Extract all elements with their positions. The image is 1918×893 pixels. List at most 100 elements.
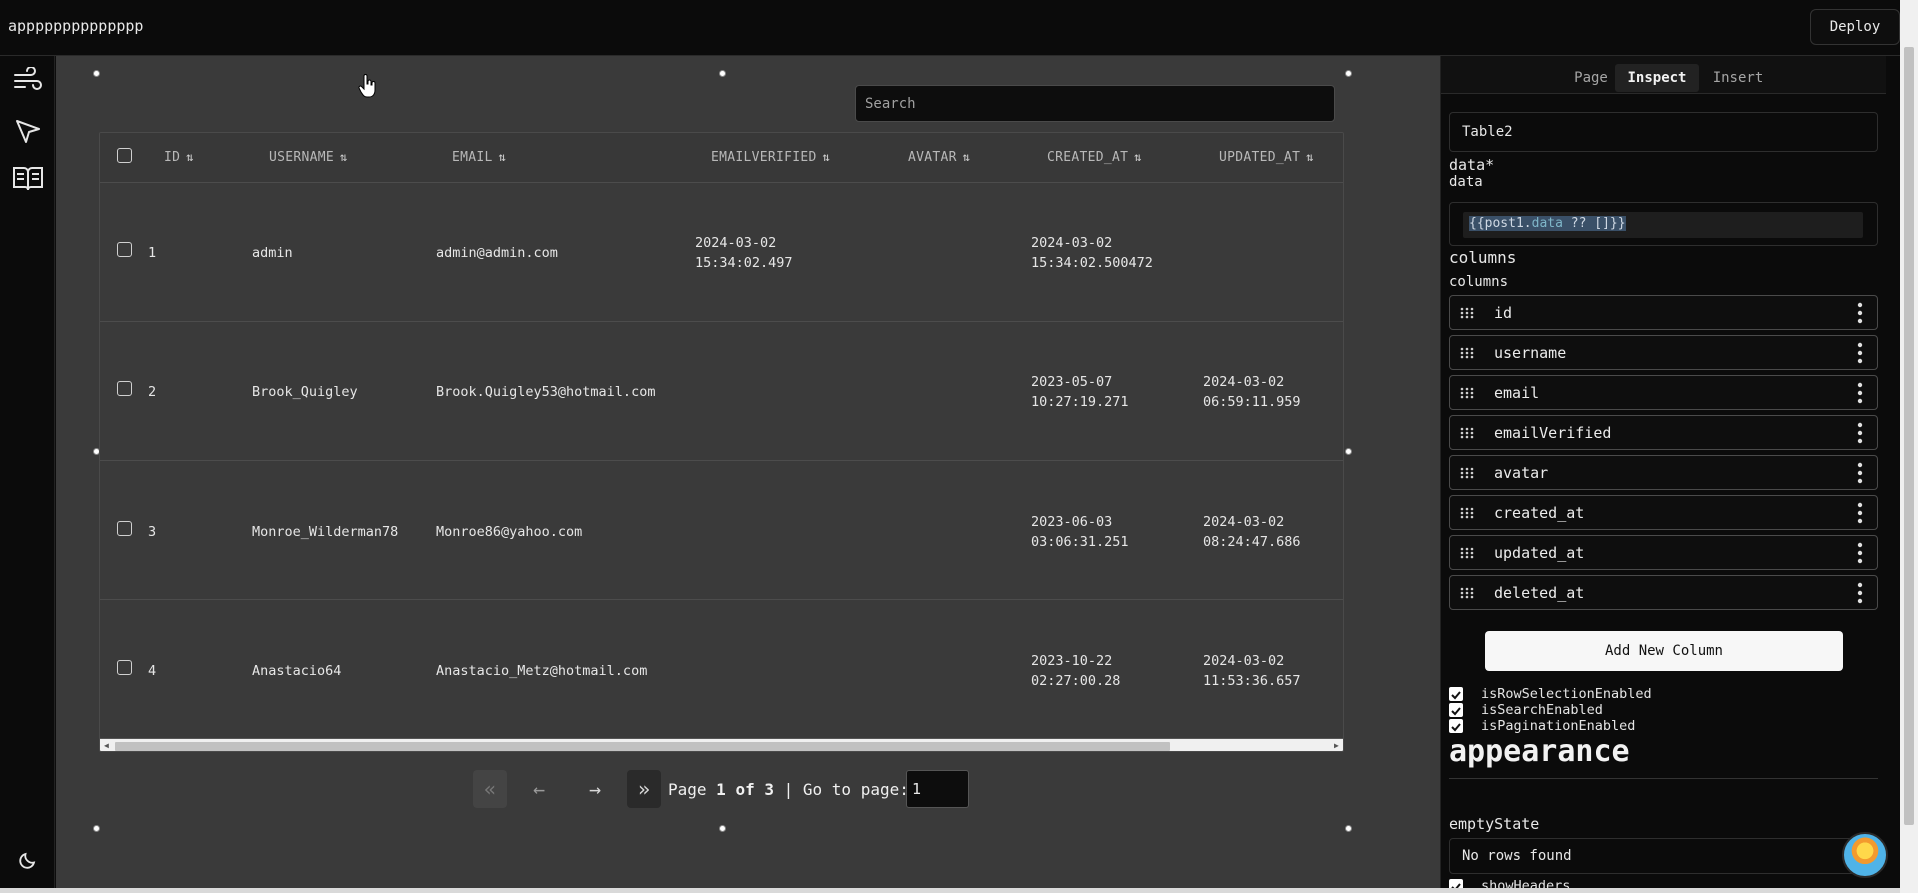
kebab-menu-icon[interactable] [1857,342,1863,364]
column-item-emailverified[interactable]: emailVerified [1449,415,1878,450]
kebab-menu-icon[interactable] [1857,382,1863,404]
table-row[interactable]: 2 Brook_Quigley Brook.Quigley53@hotmail.… [100,322,1343,461]
column-item-updated-at[interactable]: updated_at [1449,535,1878,570]
row-checkbox[interactable] [117,660,132,675]
column-header-email[interactable]: EMAIL ⇅ [452,150,506,165]
sort-icon[interactable]: ⇅ [340,150,348,164]
column-item-deleted-at[interactable]: deleted_at [1449,575,1878,610]
data-binding-code[interactable]: {{post1.data ?? []}} [1463,212,1863,238]
kebab-menu-icon[interactable] [1857,542,1863,564]
deploy-button[interactable]: Deploy [1810,9,1900,45]
resize-handle[interactable] [719,825,726,832]
cell-created-at: 2024-03-02 15:34:02.500472 [1031,235,1153,271]
sort-icon[interactable]: ⇅ [963,150,971,164]
cell-updated-at: 2024-03-02 08:24:47.686 [1203,514,1301,550]
column-header-created-at[interactable]: CREATED_AT ⇅ [1047,150,1142,165]
sort-icon[interactable]: ⇅ [186,150,194,164]
cell-username: admin [252,245,293,261]
checkbox-checked-icon[interactable] [1449,719,1463,733]
user-avatar[interactable] [1842,832,1888,878]
kebab-menu-icon[interactable] [1857,502,1863,524]
data-sublabel: data [1449,174,1483,190]
drag-handle-icon[interactable] [1460,507,1474,519]
tab-page[interactable]: Page [1561,64,1621,92]
row-checkbox[interactable] [117,381,132,396]
row-checkbox[interactable] [117,521,132,536]
sort-icon[interactable]: ⇅ [1306,150,1314,164]
column-item-email[interactable]: email [1449,375,1878,410]
component-name-input[interactable]: Table2 [1449,112,1878,152]
goto-page-input[interactable]: 1 [906,770,969,808]
column-item-created-at[interactable]: created_at [1449,495,1878,530]
panel-tabs: Page Inspect Insert [1441,56,1886,94]
column-header-updated-at[interactable]: UPDATED_AT ⇅ [1219,150,1314,165]
column-item-label: deleted_at [1494,584,1585,602]
column-header-emailverified[interactable]: EMAILVERIFIED ⇅ [711,150,830,165]
drag-handle-icon[interactable] [1460,427,1474,439]
sort-icon[interactable]: ⇅ [823,150,831,164]
cursor-icon[interactable] [12,116,44,148]
add-new-column-button[interactable]: Add New Column [1485,631,1843,671]
column-header-avatar[interactable]: AVATAR ⇅ [908,150,970,165]
scrollbar-thumb[interactable] [1904,47,1914,825]
horizontal-scrollbar[interactable]: ◀ ▶ [100,738,1343,751]
drag-handle-icon[interactable] [1460,547,1474,559]
empty-state-label: emptyState [1449,815,1540,833]
tab-inspect[interactable]: Inspect [1615,64,1699,92]
kebab-menu-icon[interactable] [1857,582,1863,604]
checkbox-checked-icon[interactable] [1449,703,1463,717]
resize-handle[interactable] [93,825,100,832]
table-row[interactable]: 4 Anastacio64 Anastacio_Metz@hotmail.com… [100,600,1343,739]
first-page-button[interactable]: « [473,770,507,808]
resize-handle[interactable] [719,70,726,77]
checkbox-checked-icon[interactable] [1449,687,1463,701]
drag-handle-icon[interactable] [1460,467,1474,479]
select-all-checkbox[interactable] [117,148,132,163]
column-item-label: email [1494,384,1540,402]
kebab-menu-icon[interactable] [1857,462,1863,484]
columns-heading: columns [1449,248,1517,267]
tab-insert[interactable]: Insert [1703,64,1773,92]
resize-handle[interactable] [1345,70,1352,77]
resize-handle[interactable] [1345,825,1352,832]
hand-cursor-icon [357,74,377,102]
vertical-scrollbar[interactable] [1900,0,1918,893]
column-header-username[interactable]: USERNAME ⇅ [269,150,348,165]
resize-handle[interactable] [93,70,100,77]
scrollbar-thumb[interactable] [115,742,1170,751]
drag-handle-icon[interactable] [1460,307,1474,319]
scroll-right-icon[interactable]: ▶ [1334,741,1339,750]
scroll-left-icon[interactable]: ◀ [104,741,109,750]
resize-handle[interactable] [1345,448,1352,455]
sort-icon[interactable]: ⇅ [1134,150,1142,164]
cell-created-at: 2023-06-03 03:06:31.251 [1031,514,1129,550]
last-page-button[interactable]: » [627,770,661,808]
column-item-label: id [1494,304,1513,322]
table-row[interactable]: 3 Monroe_Wilderman78 Monroe86@yahoo.com … [100,461,1343,600]
column-item-avatar[interactable]: avatar [1449,455,1878,490]
moon-icon[interactable] [12,844,44,876]
column-item-username[interactable]: username [1449,335,1878,370]
column-item-id[interactable]: id [1449,295,1878,330]
book-icon[interactable] [12,162,44,194]
cell-email: admin@admin.com [436,245,558,261]
kebab-menu-icon[interactable] [1857,422,1863,444]
prev-page-button[interactable]: ← [522,770,556,808]
drag-handle-icon[interactable] [1460,587,1474,599]
cell-username: Brook_Quigley [252,384,358,400]
table-row[interactable]: 1 admin admin@admin.com 2024-03-02 15:34… [100,183,1343,322]
drag-handle-icon[interactable] [1460,347,1474,359]
data-binding-editor[interactable]: {{post1.data ?? []}} [1449,202,1878,246]
cell-created-at: 2023-05-07 10:27:19.271 [1031,374,1129,410]
drag-handle-icon[interactable] [1460,387,1474,399]
inspector-panel: Page Inspect Insert Table2 data* data {{… [1440,56,1900,893]
row-checkbox[interactable] [117,242,132,257]
next-page-button[interactable]: → [578,770,612,808]
sort-icon[interactable]: ⇅ [499,150,507,164]
wind-icon[interactable] [12,64,44,96]
empty-state-input[interactable]: No rows found [1449,838,1878,874]
kebab-menu-icon[interactable] [1857,302,1863,324]
table-search-input[interactable]: Search [855,85,1335,122]
cell-updated-at: 2024-03-02 11:53:36.657 [1203,653,1301,689]
column-header-id[interactable]: ID ⇅ [164,150,194,165]
